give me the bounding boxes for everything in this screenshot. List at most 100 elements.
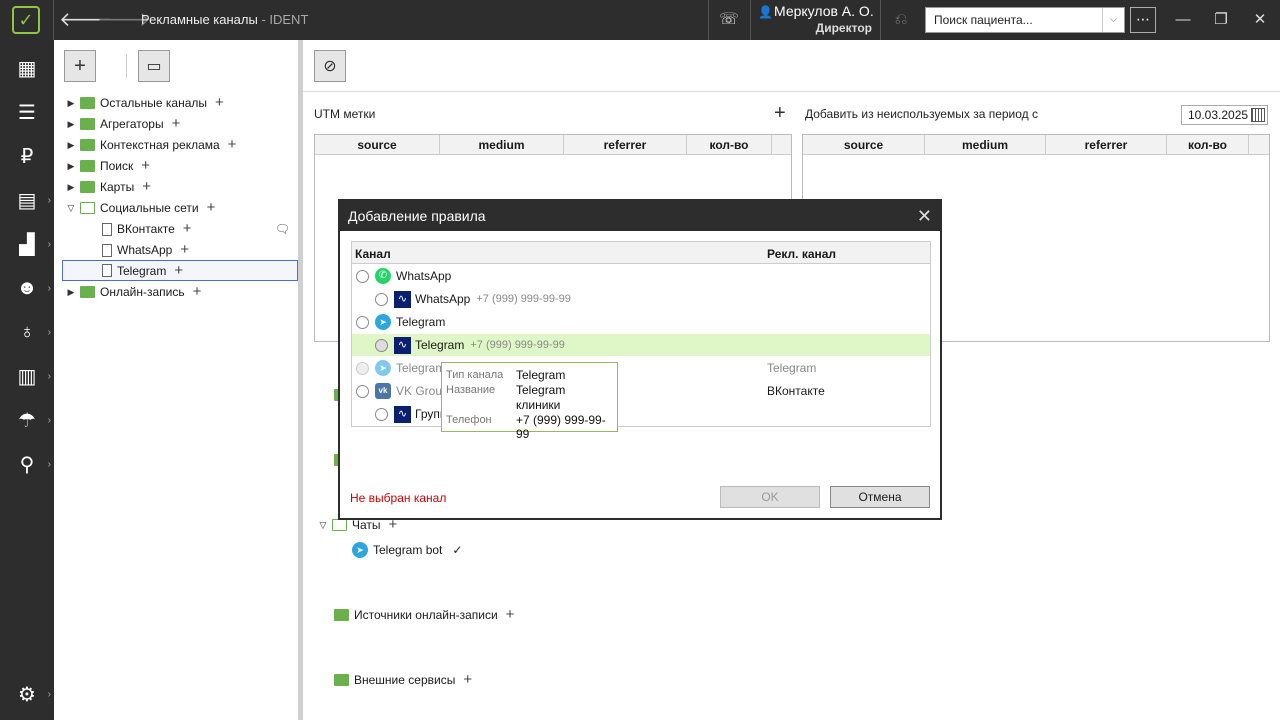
collapse-icon[interactable]: ▽ <box>66 203 76 214</box>
settings-gear-icon[interactable]: ⚙ › <box>0 672 54 716</box>
table-row[interactable]: ✆ WhatsApp <box>352 265 930 287</box>
group-online-sources[interactable]: Источники онлайн-записи + <box>334 605 514 625</box>
forward-arrow-icon[interactable]: 🡒 <box>97 0 151 40</box>
radio-button[interactable] <box>356 361 369 375</box>
add-icon[interactable]: + <box>141 158 150 173</box>
add-icon[interactable]: + <box>506 607 515 622</box>
tree-item[interactable]: WhatsApp + <box>102 240 189 260</box>
back-arrow-icon[interactable]: 🡐 <box>59 0 113 40</box>
radio-button[interactable] <box>356 384 369 398</box>
add-icon[interactable]: + <box>215 95 224 110</box>
add-icon[interactable]: + <box>463 672 472 687</box>
expand-icon[interactable]: ▶ <box>66 119 76 130</box>
add-utm-icon[interactable]: + <box>774 102 786 125</box>
chat-icon[interactable]: 🗨 <box>275 222 290 236</box>
column-referrer[interactable]: referrer <box>564 135 687 154</box>
add-icon[interactable]: + <box>228 137 237 152</box>
schedule-icon[interactable]: ▦ <box>0 46 54 90</box>
expand-icon[interactable]: ▶ <box>66 140 76 151</box>
column-source[interactable]: source <box>315 135 440 154</box>
app-logo-icon[interactable]: ✓ <box>12 6 40 34</box>
folder-icon <box>80 181 95 193</box>
restore-icon[interactable]: ❐ <box>1201 0 1241 40</box>
phone-icon[interactable]: ☏ <box>714 0 744 40</box>
warehouse-icon[interactable]: ▥ › <box>0 354 54 398</box>
archive-button[interactable]: ▭ <box>138 50 170 82</box>
content-toolbar: ⊘ <box>303 40 1280 92</box>
tree-item[interactable]: ▶ Карты + <box>66 177 151 197</box>
calendar-icon[interactable] <box>1251 108 1265 122</box>
tree-item-selected[interactable]: Telegram + <box>62 260 298 281</box>
add-icon[interactable]: + <box>172 116 181 131</box>
add-icon[interactable]: + <box>193 284 202 299</box>
table-row[interactable]: ∿ Групп <box>352 403 930 425</box>
insurance-umbrella-icon[interactable]: ☂ › <box>0 398 54 442</box>
tree-item[interactable]: ▶ Контекстная реклама + <box>66 135 237 155</box>
reports-chart-icon[interactable]: ▟ › <box>0 222 54 266</box>
radio-button[interactable] <box>356 315 369 329</box>
column-count[interactable]: кол-во <box>687 135 772 154</box>
add-icon[interactable]: + <box>180 242 189 257</box>
column-count[interactable]: кол-во <box>1167 135 1249 154</box>
table-row-hovered[interactable]: ∿ Telegram +7 (999) 999-99-99 <box>352 334 930 356</box>
add-icon[interactable]: + <box>183 221 192 236</box>
documents-icon[interactable]: ▤ › <box>0 178 54 222</box>
tree-item-label: Социальные сети <box>100 201 199 215</box>
row-label: WhatsApp <box>396 269 452 283</box>
add-icon[interactable]: + <box>207 200 216 215</box>
panel-splitter[interactable] <box>298 40 303 720</box>
tree-item[interactable]: ▶ Поиск + <box>66 156 151 176</box>
main-nav-sidebar: ▦ ☰ ₽ ▤ › ▟ › ☻ › ♁ › ▥ › ☂ › ⚲ › ⚙ › <box>0 40 54 720</box>
patients-icon[interactable]: ☻ › <box>0 266 54 310</box>
disable-button[interactable]: ⊘ <box>314 50 346 82</box>
table-row[interactable]: ∿ WhatsApp +7 (999) 999-99-99 <box>352 288 930 310</box>
column-medium[interactable]: medium <box>925 135 1046 154</box>
chat-item[interactable]: ➤ Telegram bot ✓ <box>352 540 462 560</box>
table-row-disabled[interactable]: ➤ Telegram Telegram <box>352 357 930 379</box>
column-ad-channel: Рекл. канал <box>767 247 837 261</box>
tree-item[interactable]: ▶ Остальные каналы + <box>66 93 224 113</box>
expand-icon[interactable]: ▶ <box>66 98 76 109</box>
chevron-down-icon[interactable]: ⌵ <box>1102 8 1124 32</box>
table-row[interactable]: vk VK Group ВКонтакте <box>352 380 930 402</box>
minimize-icon[interactable]: — <box>1163 0 1203 40</box>
folder-icon <box>334 674 349 686</box>
patient-search-input[interactable]: Поиск пациента... ⌵ <box>925 7 1125 33</box>
tree-item[interactable]: ВКонтакте + 🗨 <box>102 219 290 239</box>
user-name[interactable]: Меркулов А. О. <box>774 3 874 19</box>
tooth-icon[interactable]: ♁ › <box>0 310 54 354</box>
add-button[interactable]: + <box>64 50 96 82</box>
ruble-icon[interactable]: ₽ <box>0 134 54 178</box>
column-source[interactable]: source <box>803 135 925 154</box>
add-icon[interactable]: + <box>174 263 183 278</box>
cancel-button[interactable]: Отмена <box>830 486 930 508</box>
radio-button[interactable] <box>356 269 369 283</box>
tooltip-key: Название <box>446 384 496 396</box>
column-referrer[interactable]: referrer <box>1046 135 1167 154</box>
collapse-icon[interactable]: ▽ <box>318 520 328 531</box>
table-row[interactable]: ➤ Telegram <box>352 311 930 333</box>
add-icon[interactable]: + <box>142 179 151 194</box>
tree-item[interactable]: ▶ Онлайн-запись + <box>66 282 202 302</box>
payments-icon[interactable]: ⚲ › <box>0 442 54 486</box>
history-icon[interactable]: ⎌ <box>886 0 916 40</box>
column-medium[interactable]: medium <box>440 135 564 154</box>
window-title: Рекламные каналы - IDENT <box>141 0 308 40</box>
group-external[interactable]: Внешние сервисы + <box>334 670 472 690</box>
radio-button[interactable] <box>375 407 388 421</box>
date-picker-input[interactable]: 10.03.2025 <box>1181 105 1268 125</box>
more-menu-button[interactable]: ⋯ <box>1130 7 1156 33</box>
close-icon[interactable]: ✕ <box>917 201 932 231</box>
radio-button[interactable] <box>375 292 388 306</box>
tree-item[interactable]: ▶ Агрегаторы + <box>66 114 181 134</box>
tasks-icon[interactable]: ☰ <box>0 90 54 134</box>
add-icon[interactable]: + <box>389 517 398 532</box>
ok-button[interactable]: OK <box>720 486 820 508</box>
expand-icon[interactable]: ▶ <box>66 161 76 172</box>
radio-button[interactable] <box>375 338 388 352</box>
expand-icon[interactable]: ▶ <box>66 287 76 298</box>
tree-item[interactable]: ▽ Социальные сети + <box>66 198 216 218</box>
close-window-icon[interactable]: ✕ <box>1240 0 1280 40</box>
expand-icon[interactable]: ▶ <box>66 182 76 193</box>
title-bar: ✓ 🡐 🡒 Рекламные каналы - IDENT ☏ 👤 Мерку… <box>0 0 1280 40</box>
